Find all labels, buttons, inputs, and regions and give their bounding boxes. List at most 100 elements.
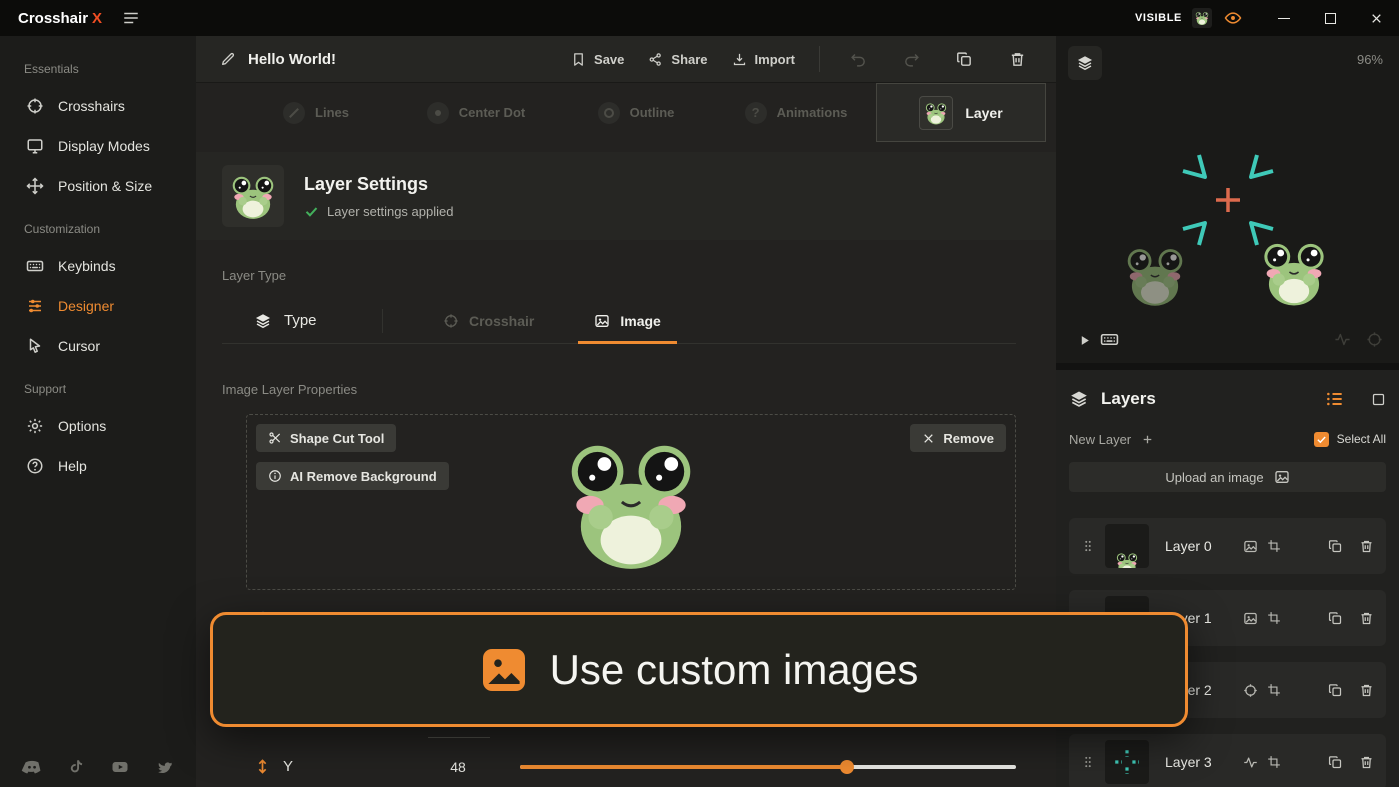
layers-icon (1069, 389, 1089, 409)
tiktok-icon[interactable] (62, 753, 90, 781)
new-layer-button[interactable]: New Layer (1069, 432, 1154, 447)
crop-icon[interactable] (1267, 755, 1281, 769)
sidebar-item-help[interactable]: Help (0, 446, 196, 486)
crosshair-icon (443, 313, 459, 329)
discord-icon[interactable] (18, 753, 46, 781)
copy-icon (1328, 755, 1343, 770)
duplicate-layer-button[interactable] (1328, 755, 1343, 770)
duplicate-button[interactable] (950, 51, 979, 68)
delete-layer-button[interactable] (1359, 755, 1374, 770)
duplicate-layer-button[interactable] (1328, 683, 1343, 698)
y-value[interactable]: 48 (428, 759, 488, 775)
copy-icon (956, 51, 973, 68)
duplicate-layer-button[interactable] (1328, 539, 1343, 554)
twitter-icon[interactable] (150, 753, 178, 781)
tab-label: Image (620, 313, 660, 329)
redo-button[interactable] (897, 51, 926, 68)
sidebar-item-position-size[interactable]: Position & Size (0, 166, 196, 206)
hamburger-menu-icon[interactable] (122, 9, 140, 27)
drag-handle-icon[interactable] (1081, 752, 1095, 772)
delete-layer-button[interactable] (1359, 539, 1374, 554)
titlebar-controls: VISIBLE (1135, 0, 1399, 36)
type-selector: Type (222, 312, 382, 330)
drag-handle-icon[interactable] (1081, 536, 1095, 556)
save-button[interactable]: Save (571, 52, 624, 67)
layer-type-icons (1243, 755, 1281, 770)
sidebar-item-label: Help (58, 458, 87, 474)
check-icon (304, 204, 319, 219)
list-view-icon[interactable] (1325, 389, 1345, 409)
undo-button[interactable] (844, 51, 873, 68)
slider-handle[interactable] (840, 760, 854, 774)
image-icon (1243, 611, 1258, 626)
youtube-icon[interactable] (106, 753, 134, 781)
layer-row-0[interactable]: Layer 0 (1069, 518, 1386, 574)
y-slider[interactable] (520, 760, 1016, 774)
remove-image-button[interactable]: Remove (910, 424, 1006, 452)
tab-animations[interactable]: ? Animations (716, 83, 876, 142)
minimize-icon (1278, 18, 1290, 19)
tab-lines[interactable]: Lines (236, 83, 396, 142)
shape-cut-tool-button[interactable]: Shape Cut Tool (256, 424, 396, 452)
crop-icon[interactable] (1267, 611, 1281, 625)
select-all-label: Select All (1337, 432, 1386, 446)
layer-actions (1328, 539, 1374, 554)
tab-layer[interactable]: Layer (876, 83, 1046, 142)
target-icon (1243, 683, 1258, 698)
upload-image-button[interactable]: Upload an image (1069, 462, 1386, 492)
ai-remove-background-button[interactable]: AI Remove Background (256, 462, 449, 490)
layer-image-preview (555, 423, 707, 581)
import-button[interactable]: Import (732, 52, 795, 67)
tab-center-dot[interactable]: Center Dot (396, 83, 556, 142)
duplicate-layer-button[interactable] (1328, 611, 1343, 626)
delete-layer-button[interactable] (1359, 683, 1374, 698)
redo-icon (903, 51, 920, 68)
crop-icon[interactable] (1267, 683, 1281, 697)
section-heading-essentials: Essentials (0, 52, 196, 86)
type-tab-crosshair[interactable]: Crosshair (427, 298, 550, 343)
sidebar-item-display-modes[interactable]: Display Modes (0, 126, 196, 166)
slider-fill (520, 765, 847, 769)
layer-thumbnail (1105, 740, 1149, 784)
layers-toggle-button[interactable] (1068, 46, 1102, 80)
sidebar-item-designer[interactable]: Designer (0, 286, 196, 326)
profile-actions: Save Share Import (571, 46, 1032, 72)
edit-title-icon[interactable] (220, 51, 236, 67)
sidebar-item-label: Keybinds (58, 258, 116, 274)
type-tab-image[interactable]: Image (578, 298, 676, 343)
preview-pane: 96% (1056, 36, 1399, 363)
save-label: Save (594, 52, 624, 67)
sidebar-item-keybinds[interactable]: Keybinds (0, 246, 196, 286)
sidebar-item-crosshairs[interactable]: Crosshairs (0, 86, 196, 126)
sidebar-item-label: Display Modes (58, 138, 150, 154)
tab-outline[interactable]: Outline (556, 83, 716, 142)
minimize-button[interactable] (1261, 0, 1307, 36)
visibility-eye-icon[interactable] (1221, 6, 1245, 30)
close-button[interactable] (1353, 0, 1399, 36)
crop-icon[interactable] (1267, 539, 1281, 553)
share-button[interactable]: Share (648, 52, 707, 67)
plus-icon (1141, 433, 1154, 446)
play-icon[interactable] (1078, 334, 1091, 347)
trash-icon (1359, 611, 1374, 626)
layer-actions (1328, 755, 1374, 770)
animation-pulse-icon (1243, 755, 1258, 770)
monitor-icon (26, 137, 44, 155)
status-text: Layer settings applied (327, 204, 453, 219)
layer-row-3[interactable]: Layer 3 (1069, 734, 1386, 787)
trash-icon (1009, 51, 1026, 68)
image-dropzone[interactable]: Shape Cut Tool AI Remove Background Remo… (246, 414, 1016, 590)
grid-view-icon[interactable] (1371, 392, 1386, 407)
maximize-button[interactable] (1307, 0, 1353, 36)
delete-layer-button[interactable] (1359, 611, 1374, 626)
select-all-checkbox[interactable] (1314, 432, 1329, 447)
center-dot-icon (427, 102, 449, 124)
active-crosshair-thumbnail (1192, 8, 1212, 28)
sidebar-item-options[interactable]: Options (0, 406, 196, 446)
profile-title[interactable]: Hello World! (248, 51, 336, 68)
sidebar-item-cursor[interactable]: Cursor (0, 326, 196, 366)
keyboard-icon[interactable] (1100, 330, 1119, 349)
delete-button[interactable] (1003, 51, 1032, 68)
layer-settings-thumbnail (222, 165, 284, 227)
layer-actions (1328, 683, 1374, 698)
